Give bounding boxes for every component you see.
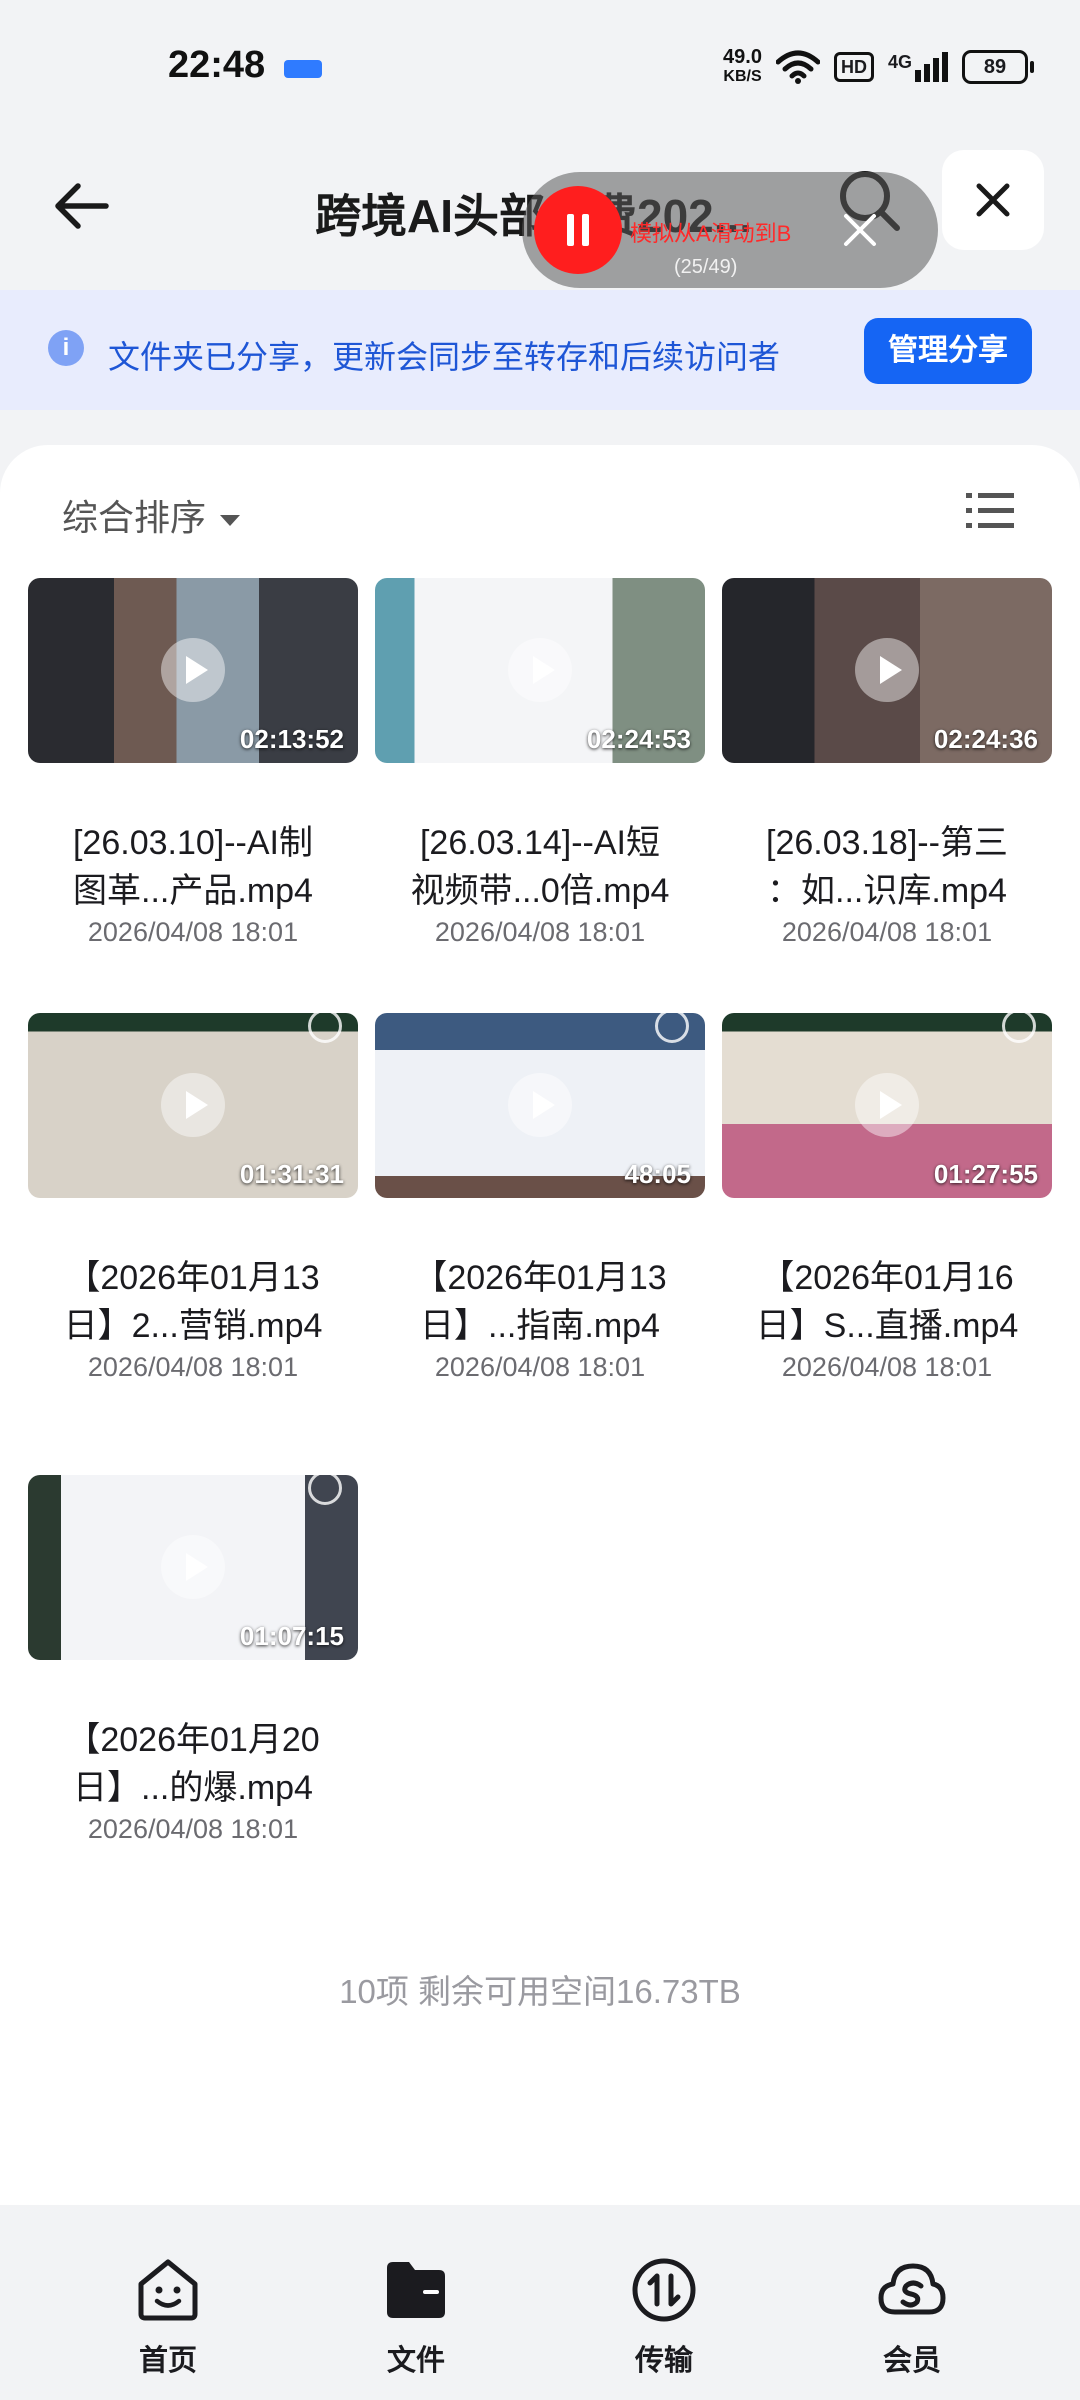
network-speed-unit: KB/S	[723, 68, 762, 85]
play-icon	[161, 638, 225, 702]
cloud-member-icon	[878, 2263, 946, 2315]
sort-label: 综合排序	[62, 497, 207, 538]
file-name-line: 【2026年01月20	[66, 1721, 320, 1759]
file-name: [26.03.18]--第三 ：如...识库.mp4	[722, 819, 1052, 915]
file-name: [26.03.14]--AI短 视频带...0倍.mp4	[375, 819, 705, 915]
close-button[interactable]	[942, 150, 1044, 250]
file-name-line: 图革...产品.mp4	[73, 872, 313, 910]
automation-overlay: 模拟从A滑动到B (25/49)	[522, 172, 938, 288]
file-date: 2026/04/08 18:01	[87, 1352, 299, 1382]
file-date: 2026/04/08 18:01	[434, 1352, 646, 1382]
file-name-line: 视频带...0倍.mp4	[410, 872, 670, 910]
caret-down-icon	[220, 514, 241, 526]
nav-label: 文件	[386, 2345, 445, 2377]
notification-icon	[284, 60, 322, 78]
file-name: [26.03.10]--AI制 图革...产品.mp4	[28, 819, 358, 915]
video-duration: 01:07:15	[239, 1621, 344, 1651]
sort-dropdown[interactable]: 综合排序	[62, 489, 241, 541]
file-name: 【2026年01月16 日】S...直播.mp4	[722, 1254, 1052, 1350]
file-name: 【2026年01月13 日】...指南.mp4	[375, 1254, 705, 1350]
play-icon	[855, 638, 919, 702]
video-duration: 02:24:53	[586, 724, 691, 754]
storage-info: 10项 剩余可用空间16.73TB	[339, 1973, 741, 2010]
wifi-icon	[775, 50, 820, 84]
file-name-line: [26.03.14]--AI短	[419, 824, 660, 862]
file-item[interactable]: 01:07:15 【2026年01月20 日】...的爆.mp4 2026/04/…	[28, 1475, 358, 1845]
video-thumbnail[interactable]: 01:07:15	[28, 1475, 358, 1660]
file-item[interactable]: 48:05 【2026年01月13 日】...指南.mp4 2026/04/08 …	[375, 1013, 705, 1383]
file-date: 2026/04/08 18:01	[87, 917, 299, 947]
arrow-left-icon[interactable]	[50, 174, 114, 238]
nav-label: 传输	[634, 2345, 693, 2377]
close-icon	[976, 183, 1010, 217]
file-name: 【2026年01月13 日】2...营销.mp4	[28, 1254, 358, 1350]
video-duration: 48:05	[624, 1159, 692, 1189]
file-item[interactable]: 02:13:52 [26.03.10]--AI制 图革...产品.mp4 2026…	[28, 578, 358, 948]
video-thumbnail[interactable]: 02:24:36	[722, 578, 1052, 763]
folder-icon	[387, 2262, 445, 2318]
manage-share-button[interactable]: 管理分享	[864, 318, 1032, 384]
video-duration: 01:31:31	[239, 1159, 344, 1189]
file-name-line: [26.03.10]--AI制	[72, 824, 313, 862]
transfer-icon	[632, 2258, 696, 2322]
video-duration: 01:27:55	[933, 1159, 1038, 1189]
file-name-line: [26.03.18]--第三	[766, 824, 1008, 862]
nav-item-home[interactable]: 首页	[108, 2254, 228, 2379]
home-smile-icon	[138, 2259, 198, 2321]
network-speed: 49.0 KB/S	[723, 46, 762, 86]
file-name-line: 日】2...营销.mp4	[63, 1307, 323, 1345]
file-name-line: 【2026年01月13	[66, 1259, 320, 1297]
file-date: 2026/04/08 18:01	[87, 1814, 299, 1844]
hd-icon: HD	[833, 52, 874, 82]
signal-type: 4G	[887, 52, 912, 72]
file-item[interactable]: 02:24:53 [26.03.14]--AI短 视频带...0倍.mp4 202…	[375, 578, 705, 948]
status-icons: 49.0 KB/S HD 4G 89	[723, 46, 1034, 86]
status-time: 22:48	[168, 44, 266, 86]
play-icon	[161, 1535, 225, 1599]
video-duration: 02:13:52	[239, 724, 344, 754]
file-date: 2026/04/08 18:01	[434, 917, 646, 947]
play-icon	[855, 1073, 919, 1137]
nav-item-files[interactable]: 文件	[356, 2254, 476, 2379]
video-thumbnail[interactable]: 02:24:53	[375, 578, 705, 763]
file-name-line: 日】S...直播.mp4	[755, 1307, 1019, 1345]
file-name-line: ：如...识库.mp4	[767, 872, 1007, 910]
signal-icon: 4G	[888, 52, 948, 82]
video-thumbnail[interactable]: 01:27:55	[722, 1013, 1052, 1198]
nav-item-transfer[interactable]: 传输	[604, 2254, 724, 2379]
file-name-line: 日】...指南.mp4	[420, 1307, 660, 1345]
list-view-icon[interactable]	[966, 491, 1014, 531]
share-banner: i 文件夹已分享，更新会同步至转存和后续访问者 管理分享	[0, 290, 1080, 410]
network-speed-value: 49.0	[723, 46, 762, 68]
status-bar: 22:48 49.0 KB/S HD 4G 89	[0, 0, 1080, 140]
nav-label: 会员	[882, 2345, 941, 2377]
video-thumbnail[interactable]: 48:05	[375, 1013, 705, 1198]
pause-button[interactable]	[534, 186, 622, 274]
file-name-line: 【2026年01月13	[413, 1259, 667, 1297]
close-icon[interactable]	[842, 212, 878, 248]
video-thumbnail[interactable]: 02:13:52	[28, 578, 358, 763]
video-thumbnail[interactable]: 01:31:31	[28, 1013, 358, 1198]
play-icon	[161, 1073, 225, 1137]
file-item[interactable]: 02:24:36 [26.03.18]--第三 ：如...识库.mp4 2026/…	[722, 578, 1052, 948]
file-item[interactable]: 01:27:55 【2026年01月16 日】S...直播.mp4 2026/04…	[722, 1013, 1052, 1383]
nav-label: 首页	[138, 2345, 197, 2377]
battery-icon: 89	[962, 50, 1034, 84]
automation-step-label: 模拟从A滑动到B	[630, 221, 792, 246]
file-name-line: 日】...的爆.mp4	[73, 1769, 313, 1807]
share-banner-text: 文件夹已分享，更新会同步至转存和后续访问者	[108, 339, 781, 375]
automation-progress: (25/49)	[674, 256, 738, 278]
file-date: 2026/04/08 18:01	[781, 917, 993, 947]
bottom-nav: 首页 文件 传输 会员	[0, 2220, 1080, 2400]
file-list-panel: 综合排序 02:13:52 [26.03.10]--AI制 图革...产品.mp4…	[0, 445, 1080, 2205]
play-icon	[508, 1073, 572, 1137]
nav-item-member[interactable]: 会员	[852, 2254, 972, 2379]
video-duration: 02:24:36	[933, 724, 1038, 754]
file-name: 【2026年01月20 日】...的爆.mp4	[28, 1716, 358, 1812]
file-item[interactable]: 01:31:31 【2026年01月13 日】2...营销.mp4 2026/04…	[28, 1013, 358, 1383]
info-icon: i	[48, 330, 84, 366]
file-name-line: 【2026年01月16	[760, 1259, 1014, 1297]
file-date: 2026/04/08 18:01	[781, 1352, 993, 1382]
play-icon	[508, 638, 572, 702]
